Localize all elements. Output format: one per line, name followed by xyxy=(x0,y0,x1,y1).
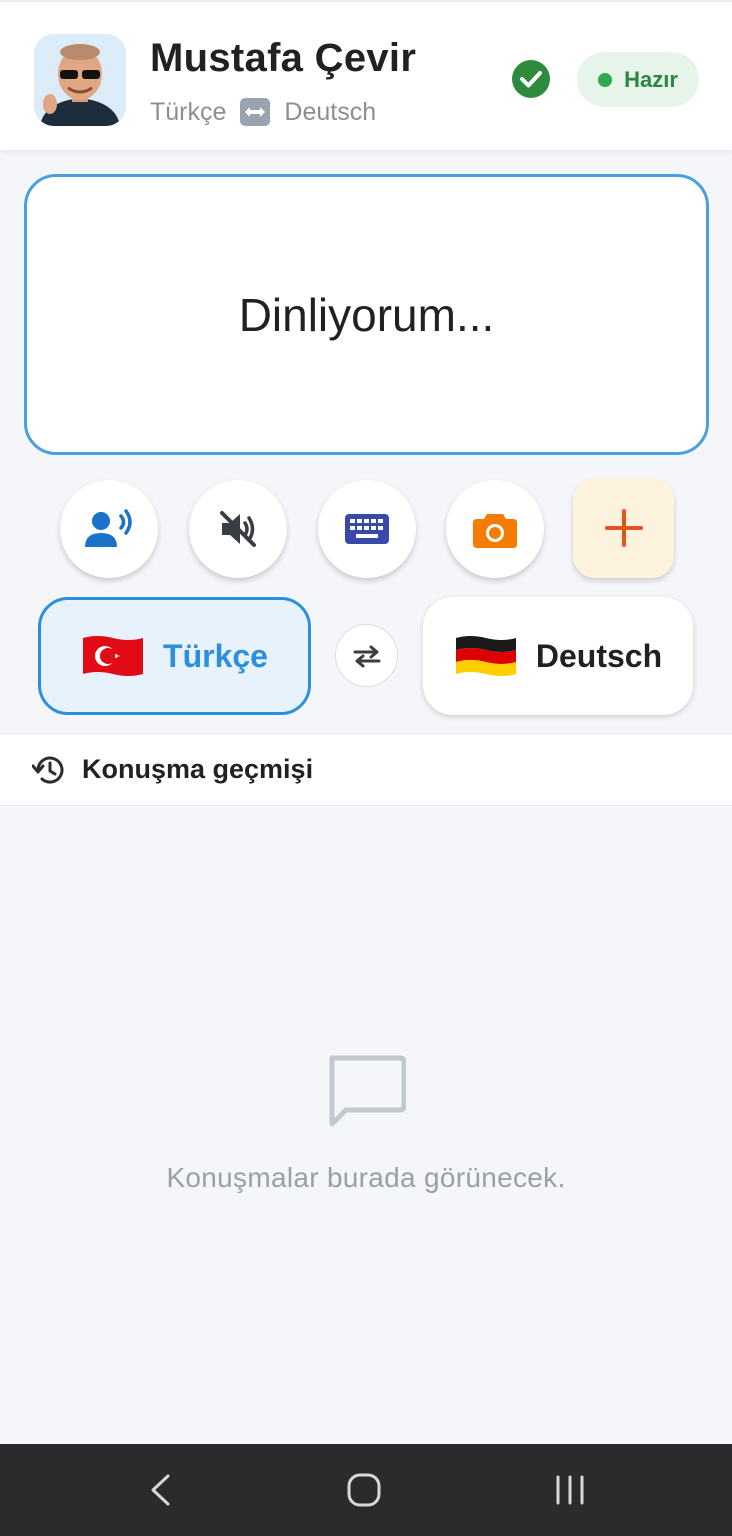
empty-history-text: Konuşmalar burada görünecek. xyxy=(166,1162,566,1193)
history-title: Konuşma geçmişi xyxy=(82,754,314,784)
verified-check-icon xyxy=(511,59,551,99)
target-language-label: Deutsch xyxy=(535,637,663,674)
recents-button[interactable] xyxy=(540,1460,600,1520)
camera-icon xyxy=(473,514,517,548)
swap-languages-button[interactable] xyxy=(335,624,398,687)
recents-icon xyxy=(556,1475,584,1505)
germany-flag-icon xyxy=(455,636,516,676)
language-pair: Türkçe Deutsch xyxy=(150,96,376,128)
app-header: Mustafa Çevir Türkçe Deutsch Hazır xyxy=(0,0,732,150)
voice-speaker-icon xyxy=(85,509,132,547)
status-dot-icon xyxy=(598,72,613,87)
language-pair-target: Deutsch xyxy=(284,97,377,126)
turkey-flag-icon xyxy=(83,636,144,676)
plus-icon xyxy=(604,509,643,547)
swap-arrows-icon xyxy=(353,645,380,667)
mute-icon xyxy=(220,511,256,547)
history-icon xyxy=(32,756,64,784)
profile-name: Mustafa Çevir xyxy=(150,36,417,80)
system-navigation-bar xyxy=(0,1444,732,1536)
mute-button[interactable] xyxy=(189,480,287,578)
conversation-history-header[interactable]: Konuşma geçmişi xyxy=(0,733,732,806)
home-icon xyxy=(347,1473,381,1507)
listening-card[interactable]: Dinliyorum... xyxy=(24,174,709,455)
camera-button[interactable] xyxy=(446,480,544,578)
back-button[interactable] xyxy=(130,1460,190,1520)
avatar[interactable] xyxy=(34,34,126,126)
voice-button[interactable] xyxy=(60,480,158,578)
back-icon xyxy=(151,1474,170,1506)
keyboard-button[interactable] xyxy=(318,480,416,578)
status-badge: Hazır xyxy=(577,52,699,107)
listening-text: Dinliyorum... xyxy=(238,288,495,341)
keyboard-icon xyxy=(345,514,389,544)
language-pair-source: Türkçe xyxy=(150,97,227,126)
add-button[interactable] xyxy=(573,478,674,578)
chat-bubble-icon xyxy=(326,1054,407,1128)
source-language-label: Türkçe xyxy=(163,637,268,674)
target-language-button[interactable]: Deutsch xyxy=(423,597,693,715)
status-label: Hazır xyxy=(624,66,678,92)
home-button[interactable] xyxy=(334,1460,394,1520)
left-right-arrow-icon xyxy=(240,98,271,126)
source-language-button[interactable]: Türkçe xyxy=(38,597,311,715)
